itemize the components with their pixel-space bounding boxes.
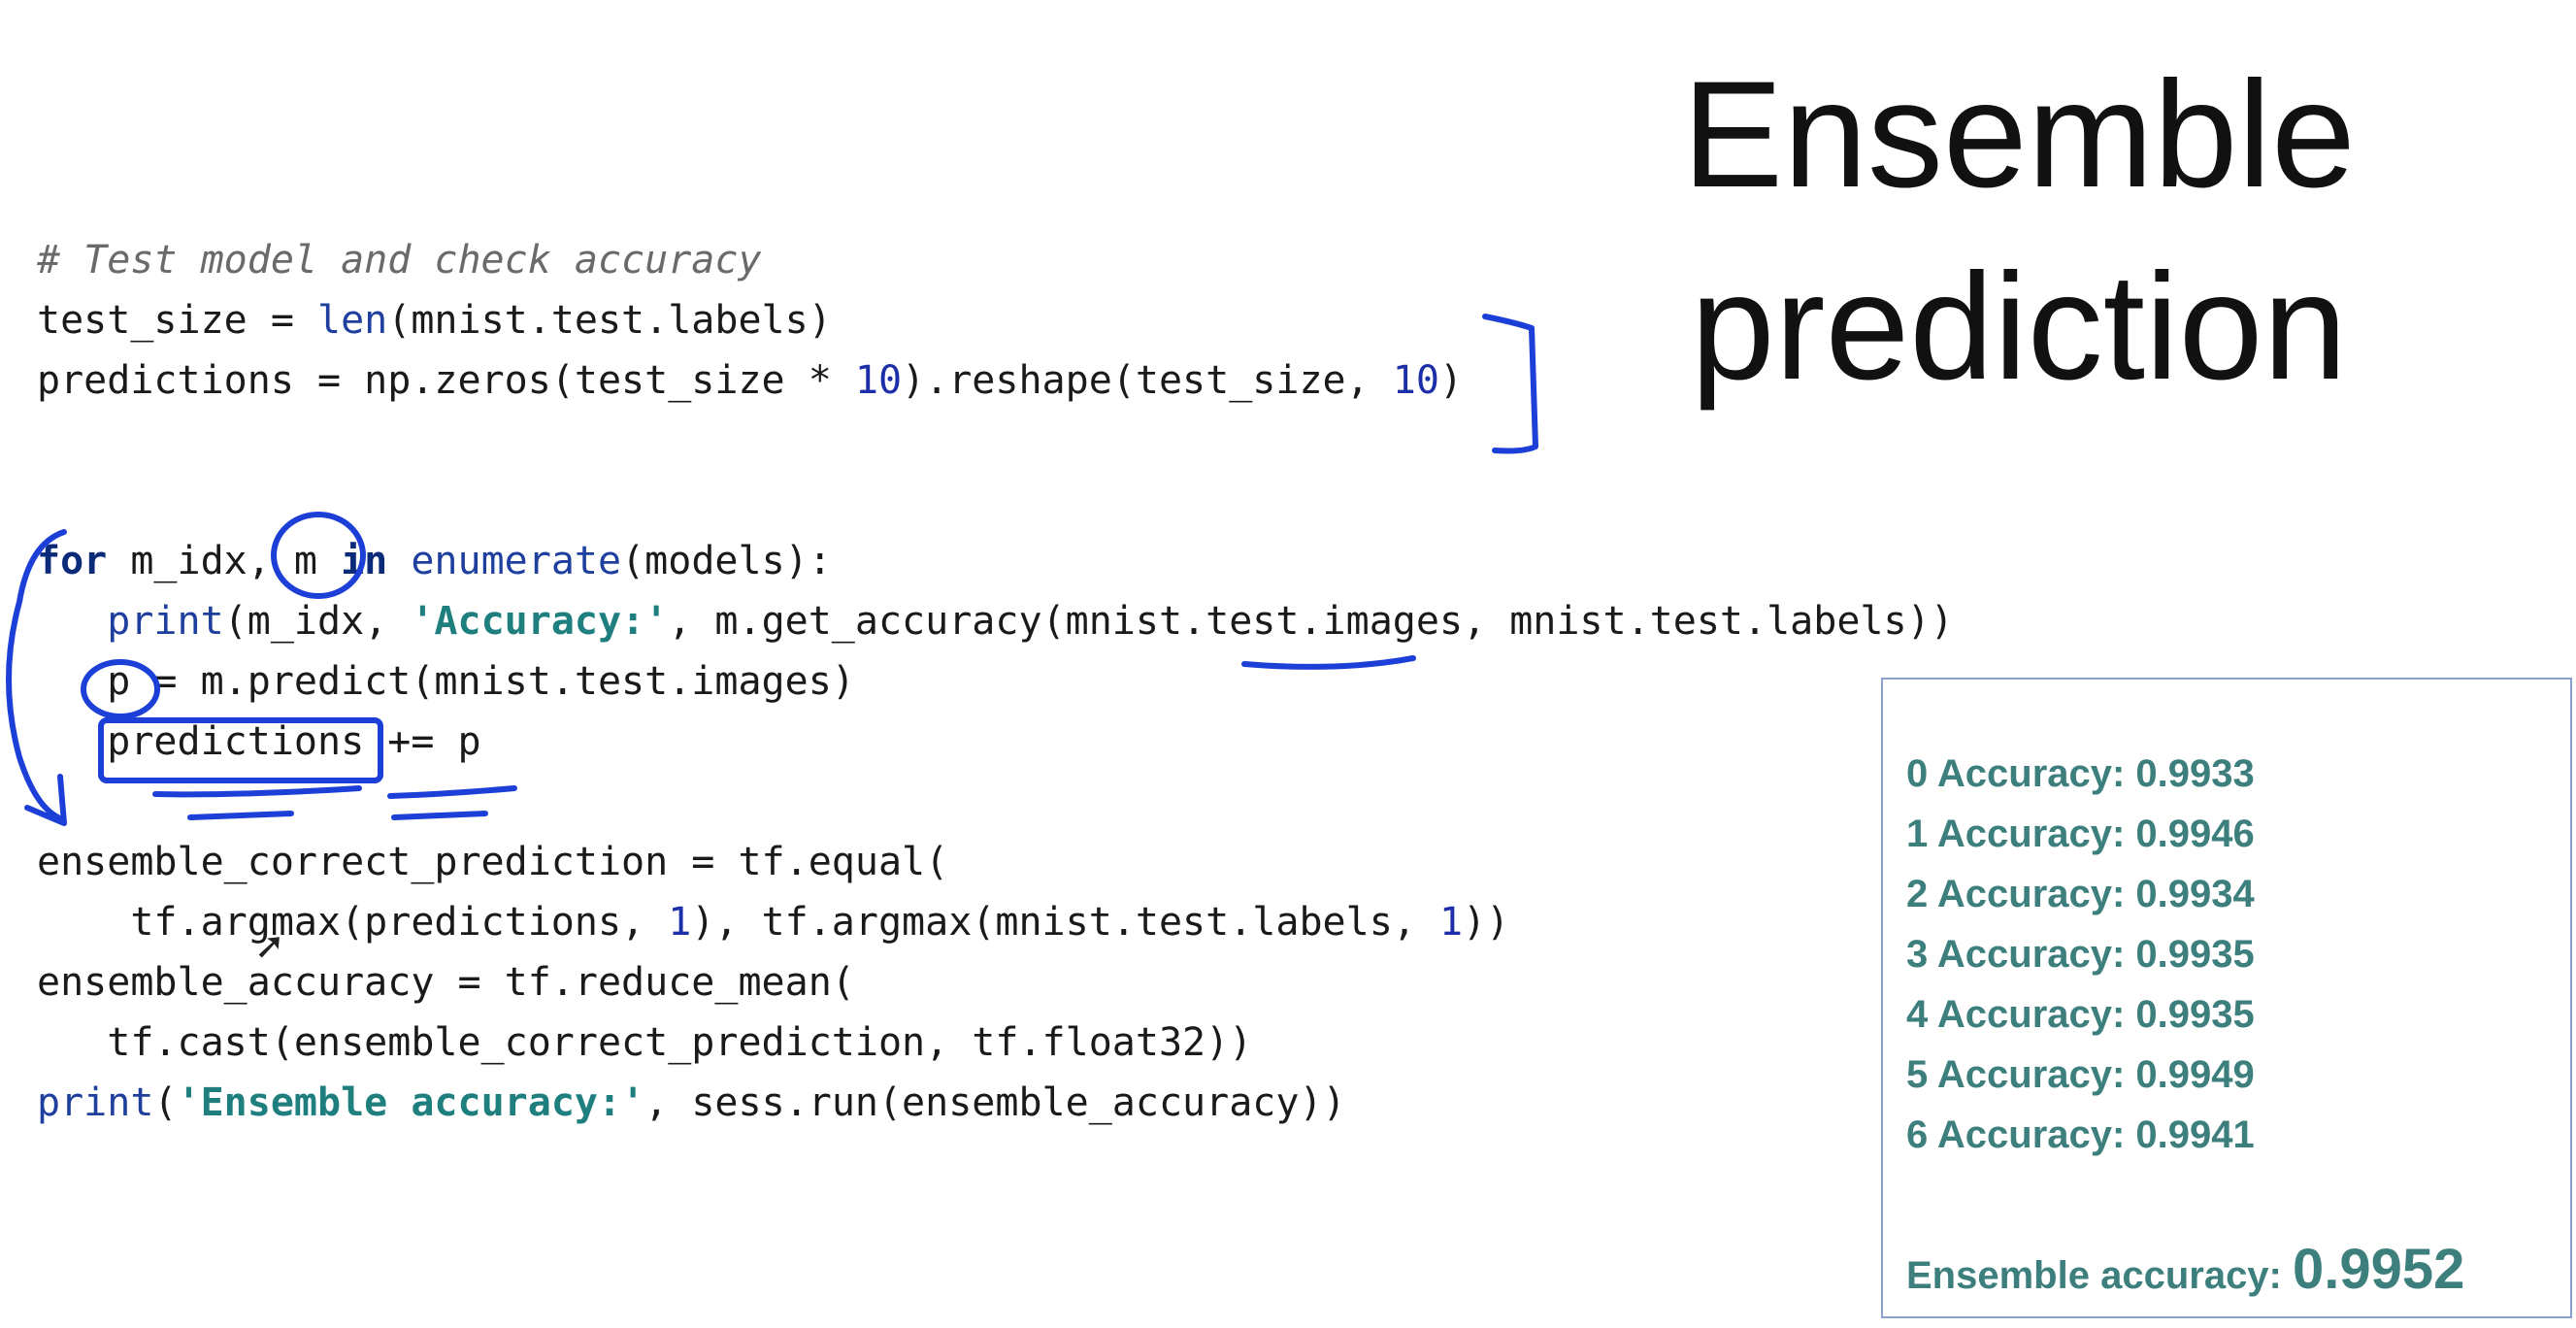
code-text: predictions = np.zeros(test_size * bbox=[37, 358, 855, 403]
code-text: m_idx, m bbox=[107, 539, 342, 583]
underline-test-images bbox=[1241, 655, 1416, 670]
code-builtin: print bbox=[107, 599, 224, 644]
code-number: 1 bbox=[1438, 900, 1464, 945]
code-number: 10 bbox=[1392, 358, 1439, 403]
ensemble-accuracy-row: Ensemble accuracy: 0.9952 bbox=[1906, 1237, 2464, 1302]
code-line-8: ensemble_correct_prediction = tf.equal( bbox=[37, 840, 949, 884]
accuracy-row: 5 Accuracy: 0.9949 bbox=[1906, 1053, 2255, 1096]
accuracy-row: 3 Accuracy: 0.9935 bbox=[1906, 933, 2255, 976]
title-line-1: Ensemble bbox=[1682, 50, 2356, 219]
code-text: )) bbox=[1463, 900, 1510, 945]
underline-plus-equals bbox=[387, 785, 517, 820]
code-text: ) bbox=[1438, 358, 1464, 403]
code-text: (models): bbox=[621, 539, 832, 583]
bracket-annotation bbox=[1482, 314, 1538, 454]
code-text: ( bbox=[153, 1080, 178, 1125]
code-builtin: print bbox=[37, 1080, 154, 1125]
code-number: 10 bbox=[854, 358, 903, 403]
code-line-12: print('Ensemble accuracy:', sess.run(ens… bbox=[37, 1076, 1346, 1130]
code-line-11: tf.cast(ensemble_correct_prediction, tf.… bbox=[37, 1020, 1253, 1065]
code-text: (m_idx, bbox=[223, 599, 412, 644]
code-line-5: print(m_idx, 'Accuracy:', m.get_accuracy… bbox=[37, 594, 1954, 648]
code-text: , sess.run(ensemble_accuracy)) bbox=[644, 1080, 1346, 1125]
code-keyword: for bbox=[37, 539, 108, 583]
slide-title: Ensemble prediction bbox=[1650, 39, 2388, 423]
code-line-10: ensemble_accuracy = tf.reduce_mean( bbox=[37, 960, 855, 1005]
code-string: 'Ensemble accuracy:' bbox=[177, 1080, 645, 1125]
accuracy-row: 4 Accuracy: 0.9935 bbox=[1906, 993, 2255, 1036]
code-string: 'Accuracy:' bbox=[411, 599, 669, 644]
code-text: ), tf.argmax(mnist.test.labels, bbox=[691, 900, 1439, 945]
code-line-1: # Test model and check accuracy bbox=[37, 233, 762, 287]
code-line-6: p = m.predict(mnist.test.images) bbox=[37, 659, 855, 704]
code-number: 1 bbox=[668, 900, 692, 945]
accuracy-row: 1 Accuracy: 0.9946 bbox=[1906, 813, 2255, 855]
code-line-3: predictions = np.zeros(test_size * 10).r… bbox=[37, 353, 1463, 408]
accuracy-row: 0 Accuracy: 0.9933 bbox=[1906, 752, 2255, 795]
code-builtin: enumerate bbox=[411, 539, 622, 583]
code-text: , m.get_accuracy(mnist.test.images, mnis… bbox=[668, 599, 1954, 644]
accuracy-row: 2 Accuracy: 0.9934 bbox=[1906, 873, 2255, 915]
mouse-cursor-icon: ➚ bbox=[254, 924, 285, 967]
ensemble-accuracy-label: Ensemble accuracy: bbox=[1906, 1254, 2293, 1297]
accuracy-row: 6 Accuracy: 0.9941 bbox=[1906, 1113, 2255, 1156]
underline-predictions bbox=[152, 785, 362, 820]
code-builtin: len bbox=[316, 298, 388, 343]
code-text: ).reshape(test_size, bbox=[902, 358, 1393, 403]
code-comment: # Test model and check accuracy bbox=[37, 238, 762, 282]
title-line-2: prediction bbox=[1690, 243, 2348, 412]
results-panel: 0 Accuracy: 0.9933 1 Accuracy: 0.9946 2 … bbox=[1881, 678, 2572, 1318]
ensemble-accuracy-value: 0.9952 bbox=[2293, 1238, 2465, 1301]
code-keyword: in bbox=[341, 539, 388, 583]
code-text: (mnist.test.labels) bbox=[387, 298, 832, 343]
code-line-7: predictions += p bbox=[37, 719, 481, 764]
code-text: tf.argmax(predictions, bbox=[37, 900, 669, 945]
code-line-2: test_size = len(mnist.test.labels) bbox=[37, 293, 832, 348]
code-text: test_size = bbox=[37, 298, 317, 343]
code-line-4: for m_idx, m in enumerate(models): bbox=[37, 534, 832, 588]
